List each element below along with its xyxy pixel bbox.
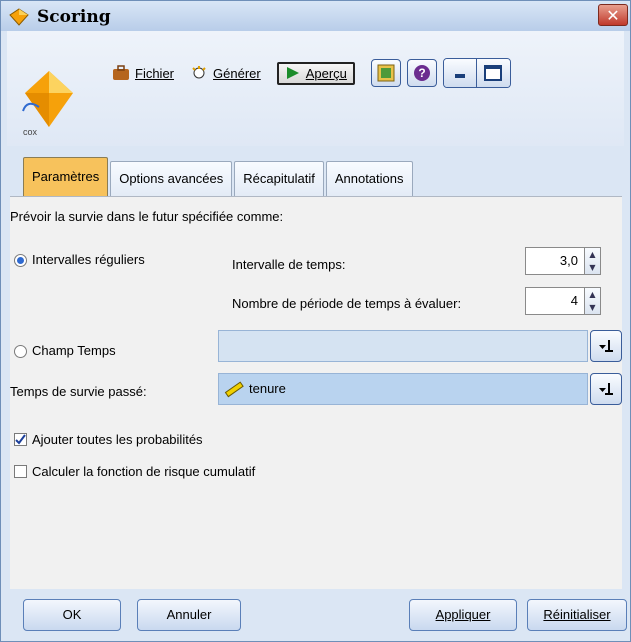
spin-down-icon[interactable]: ▼	[585, 301, 600, 314]
spin-up-icon[interactable]: ▲	[585, 288, 600, 301]
regular-intervals-label: Intervalles réguliers	[32, 252, 145, 267]
window-title: Scoring	[37, 7, 111, 27]
spin-down-icon[interactable]: ▼	[585, 261, 600, 274]
generer-menu[interactable]: Générer	[190, 65, 261, 81]
field-picker-icon	[599, 340, 613, 352]
past-survival-label: Temps de survie passé:	[10, 384, 147, 399]
title-bar: Scoring ✕	[1, 1, 630, 31]
scoring-dialog: Scoring ✕ cox Fichier Générer Aperçu ? P…	[0, 0, 631, 642]
fichier-menu[interactable]: Fichier	[112, 65, 174, 81]
checkmark-icon	[15, 434, 26, 445]
minimize-icon	[454, 74, 465, 78]
past-survival-value: tenure	[249, 381, 286, 396]
past-survival-select[interactable]: tenure	[218, 373, 588, 405]
briefcase-icon	[113, 65, 129, 80]
node-diamond-icon	[9, 8, 29, 26]
regular-intervals-radio[interactable]	[14, 254, 27, 267]
apercu-label: Aperçu	[305, 65, 347, 81]
window-controls	[442, 58, 511, 88]
apercu-button[interactable]: Aperçu	[276, 61, 355, 85]
time-interval-spin-buttons: ▲ ▼	[585, 247, 601, 275]
time-field-radio[interactable]	[14, 345, 27, 358]
close-button[interactable]: ✕	[598, 4, 628, 26]
cumulative-hazard-checkbox[interactable]	[14, 465, 27, 478]
tab-parametres[interactable]: Paramètres	[23, 157, 109, 196]
table-icon	[377, 64, 395, 82]
annuler-button[interactable]: Annuler	[137, 599, 241, 631]
time-field-picker-button[interactable]	[590, 330, 622, 362]
tab-options-avancees[interactable]: Options avancées	[110, 161, 233, 196]
help-icon: ?	[413, 65, 430, 81]
periods-input[interactable]: 4	[525, 287, 585, 315]
maximize-button[interactable]	[476, 59, 510, 87]
time-interval-stepper: 3,0 ▲ ▼	[525, 247, 601, 275]
toolbar: Fichier Générer Aperçu ?	[112, 57, 511, 89]
tab-bar: Paramètres Options avancées Récapitulati…	[23, 156, 415, 196]
fichier-label: Fichier	[135, 65, 175, 81]
generer-label: Générer	[213, 65, 261, 81]
reinitialiser-button[interactable]: Réinitialiser	[527, 599, 627, 631]
field-picker-icon	[599, 383, 613, 395]
periods-label: Nombre de période de temps à évaluer:	[232, 296, 462, 311]
maximize-icon	[484, 65, 503, 81]
table-view-button[interactable]	[370, 59, 401, 87]
spin-up-icon[interactable]: ▲	[585, 248, 600, 261]
cox-node-icon: cox	[22, 71, 73, 137]
periods-stepper: 4 ▲ ▼	[525, 287, 601, 315]
time-interval-input[interactable]: 3,0	[525, 247, 585, 275]
survival-heading: Prévoir la survie dans le futur spécifié…	[10, 209, 284, 224]
cumulative-hazard-label: Calculer la fonction de risque cumulatif	[32, 464, 256, 479]
ok-button[interactable]: OK	[23, 599, 121, 631]
past-survival-picker-button[interactable]	[590, 373, 622, 405]
tab-recapitulatif[interactable]: Récapitulatif	[234, 161, 324, 196]
play-icon	[286, 67, 299, 79]
svg-text:?: ?	[418, 66, 425, 80]
help-button[interactable]: ?	[406, 59, 437, 87]
time-field-label: Champ Temps	[32, 343, 116, 358]
minimize-button[interactable]	[443, 59, 477, 87]
ruler-icon	[224, 381, 244, 398]
node-icon-label: cox	[23, 127, 38, 137]
sparkle-icon	[192, 66, 206, 79]
time-interval-label: Intervalle de temps:	[232, 257, 346, 272]
add-probabilities-label: Ajouter toutes les probabilités	[32, 432, 203, 447]
dialog-header: cox Fichier Générer Aperçu ?	[7, 31, 624, 146]
appliquer-button[interactable]: Appliquer	[409, 599, 517, 631]
time-field-select[interactable]	[218, 330, 588, 362]
periods-spin-buttons: ▲ ▼	[585, 287, 601, 315]
add-probabilities-checkbox[interactable]	[14, 433, 27, 446]
tab-annotations[interactable]: Annotations	[325, 161, 413, 196]
parameters-panel: Prévoir la survie dans le futur spécifié…	[10, 196, 622, 589]
